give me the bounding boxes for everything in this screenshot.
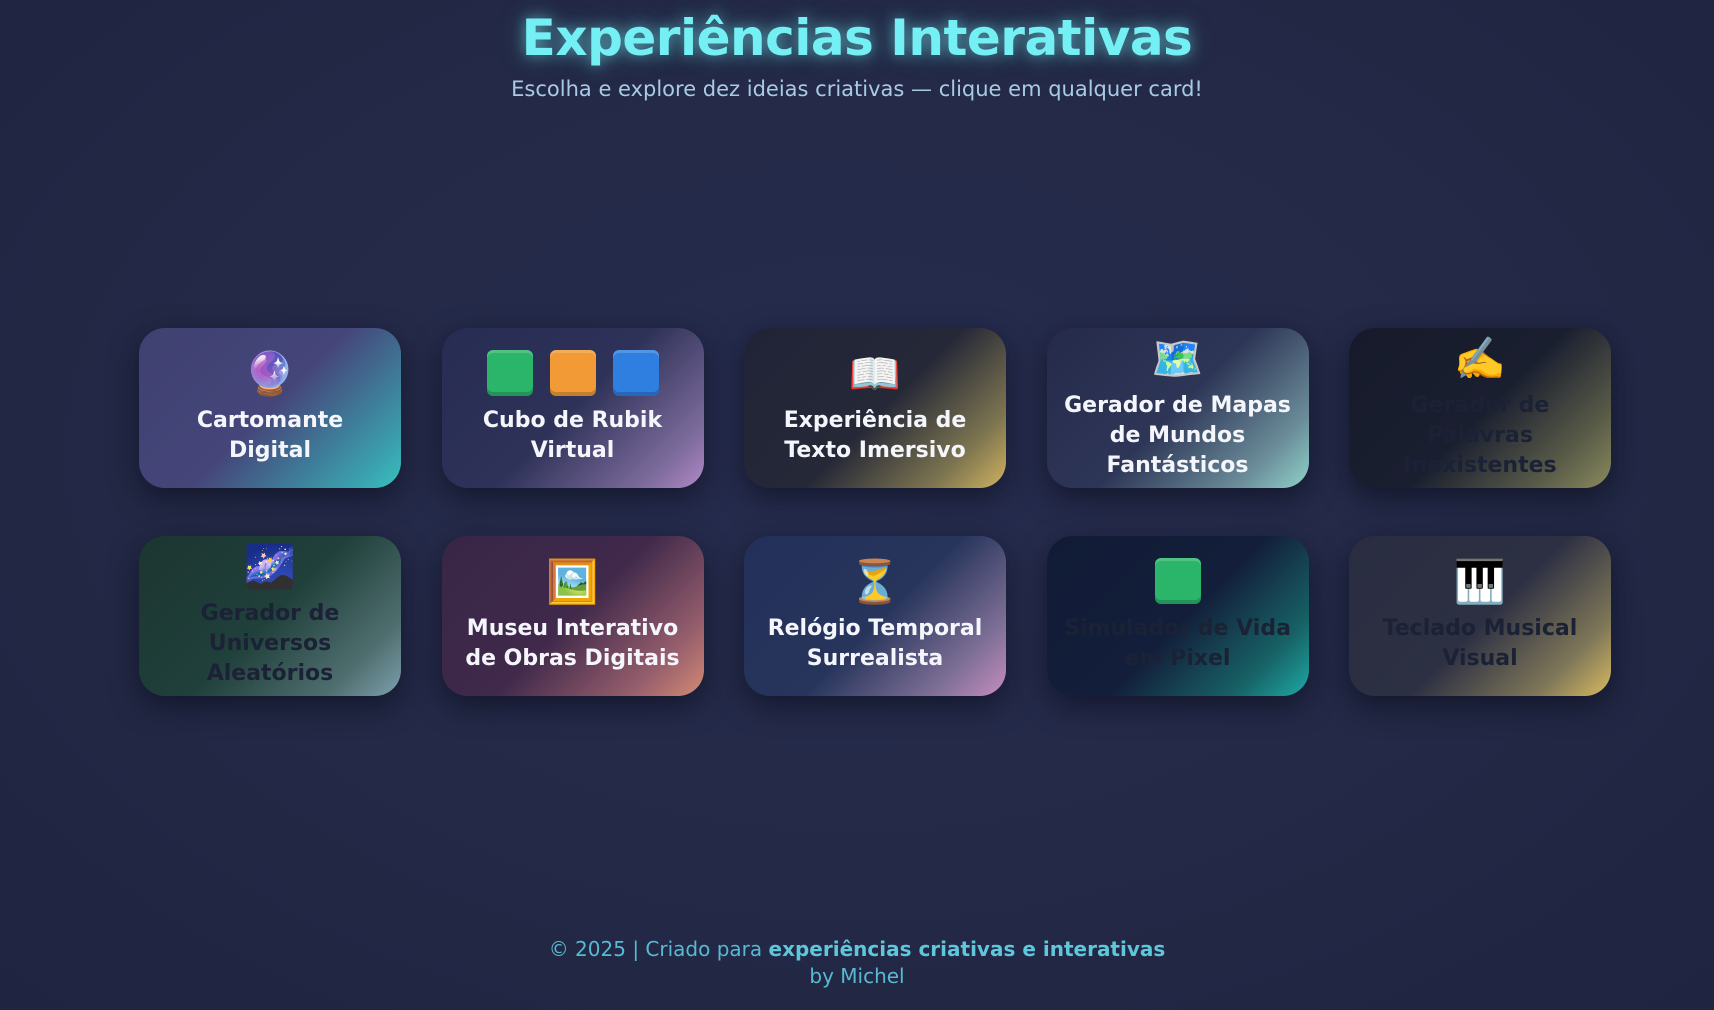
card-title: Gerador de Palavras Inexistentes bbox=[1403, 393, 1557, 478]
writing-hand-icon: ✍️ bbox=[1453, 334, 1507, 383]
cards-grid: 🔮 Cartomante Digital Cubo de Rubik Virtu… bbox=[139, 328, 1611, 696]
footer-credit: © 2025 | Criado para experiências criati… bbox=[0, 936, 1714, 963]
page-title: Experiências Interativas bbox=[521, 9, 1193, 67]
hourglass-icon: ⏳ bbox=[848, 557, 902, 606]
card-experiencia-de-texto-imersivo[interactable]: 📖 Experiência de Texto Imersivo bbox=[744, 328, 1006, 488]
footer-byline: by Michel bbox=[809, 964, 905, 988]
world-map-icon: 🗺️ bbox=[1151, 334, 1204, 383]
footer-highlight: experiências criativas e interativas bbox=[768, 937, 1166, 961]
piano-keys-icon: 🎹 bbox=[1453, 557, 1507, 606]
card-title: Gerador de Universos Aleatórios bbox=[200, 601, 340, 686]
framed-picture-icon: 🖼️ bbox=[546, 557, 599, 606]
rubik-cubes-icon bbox=[486, 350, 659, 396]
page-header: Experiências Interativas Escolha e explo… bbox=[0, 0, 1714, 102]
blue-cube-icon bbox=[612, 350, 659, 396]
card-teclado-musical[interactable]: 🎹 Teclado Musical Visual bbox=[1349, 536, 1611, 696]
card-gerador-de-mapas[interactable]: 🗺️ Gerador de Mapas de Mundos Fantástico… bbox=[1046, 328, 1309, 488]
card-gerador-de-universos[interactable]: 🌌 Gerador de Universos Aleatórios bbox=[139, 536, 401, 696]
card-title: Simulador de Vida em Pixel bbox=[1064, 616, 1291, 671]
card-title: Teclado Musical Visual bbox=[1382, 616, 1578, 671]
card-cubo-de-rubik-virtual[interactable]: Cubo de Rubik Virtual bbox=[441, 328, 704, 488]
orange-cube-icon bbox=[549, 350, 596, 396]
card-title: Gerador de Mapas de Mundos Fantásticos bbox=[1064, 393, 1291, 478]
card-title: Cubo de Rubik Virtual bbox=[482, 408, 663, 463]
card-simulador-de-vida[interactable]: Simulador de Vida em Pixel bbox=[1046, 536, 1309, 696]
card-gerador-de-palavras[interactable]: ✍️ Gerador de Palavras Inexistentes bbox=[1349, 328, 1611, 488]
milky-way-icon: 🌌 bbox=[243, 542, 297, 591]
footer-prefix: © 2025 | Criado para bbox=[548, 937, 769, 961]
card-title: Museu Interativo de Obras Digitais bbox=[465, 616, 680, 671]
page-subtitle: Escolha e explore dez ideias criativas —… bbox=[511, 77, 1203, 101]
card-museu-interativo[interactable]: 🖼️ Museu Interativo de Obras Digitais bbox=[441, 536, 704, 696]
green-cube-icon bbox=[486, 350, 533, 396]
open-book-icon: 📖 bbox=[848, 349, 902, 398]
card-cartomante-digital[interactable]: 🔮 Cartomante Digital bbox=[139, 328, 401, 488]
green-square-icon bbox=[1154, 558, 1201, 604]
card-title: Experiência de Texto Imersivo bbox=[783, 408, 967, 463]
page-footer: © 2025 | Criado para experiências criati… bbox=[0, 936, 1714, 990]
card-relogio-temporal[interactable]: ⏳ Relógio Temporal Surrealista bbox=[744, 536, 1006, 696]
card-title: Relógio Temporal Surrealista bbox=[767, 616, 983, 671]
crystal-ball-icon: 🔮 bbox=[243, 349, 297, 398]
card-title: Cartomante Digital bbox=[196, 408, 344, 463]
